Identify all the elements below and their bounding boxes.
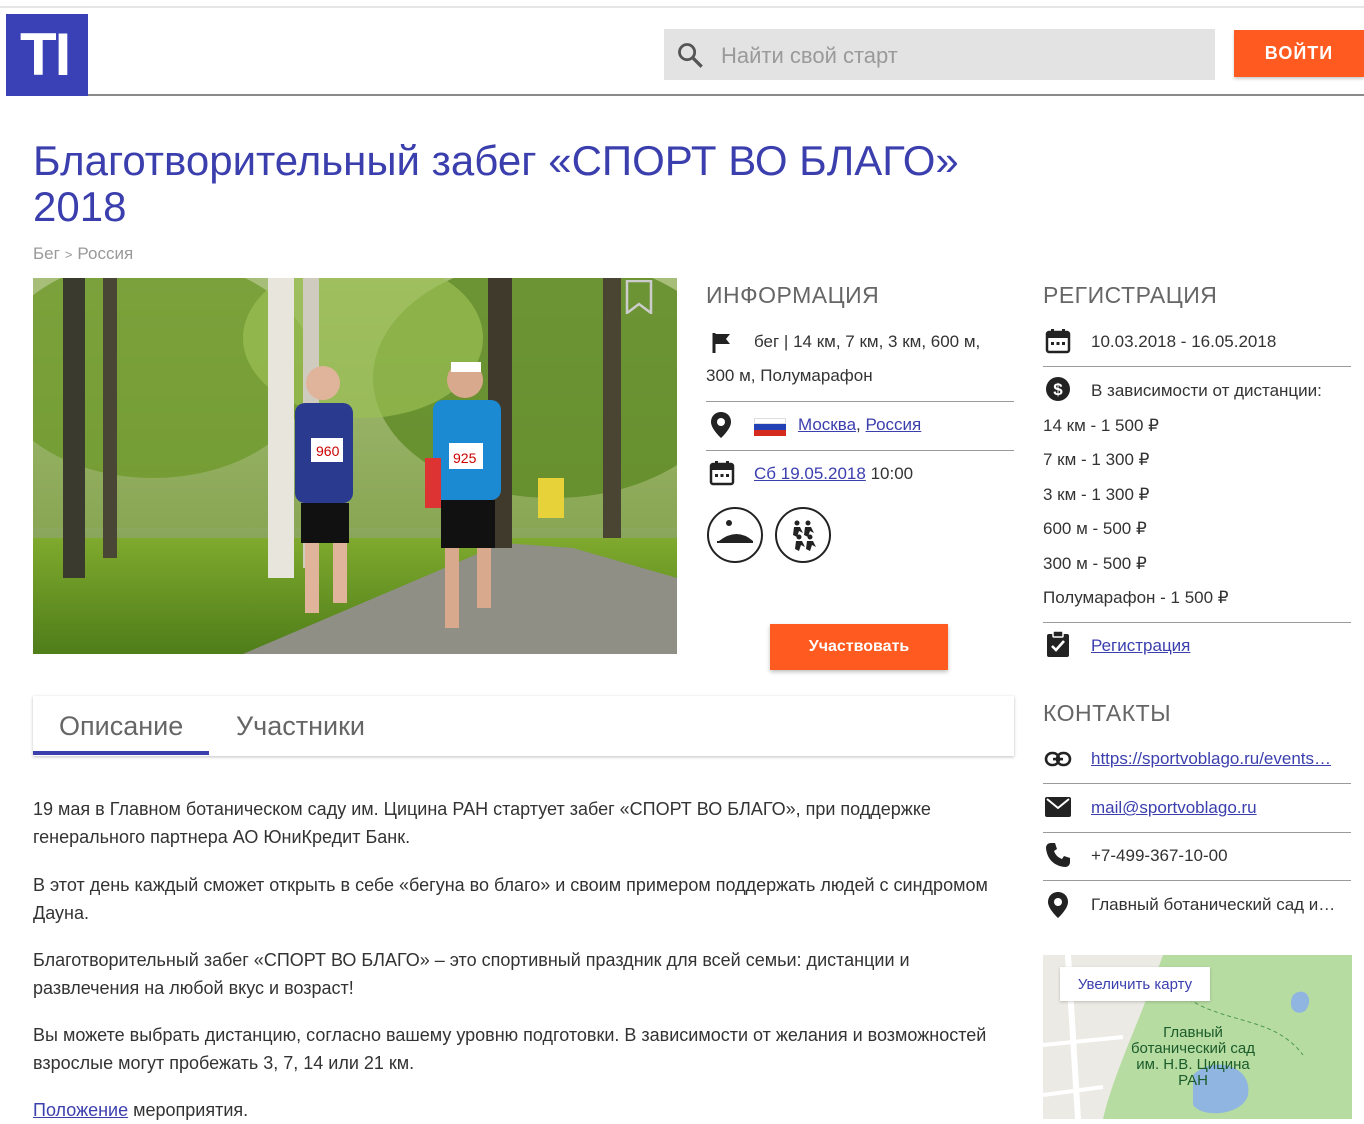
registration-link[interactable]: Регистрация [1091,636,1190,655]
price-note: В зависимости от дистанции: [1091,381,1322,400]
location-comma: , [856,415,861,434]
svg-text:$: $ [1053,380,1063,399]
breadcrumb-sport[interactable]: Бег [33,244,60,263]
outdoor-terrain-icon [707,507,763,563]
active-tab-indicator [33,751,209,755]
page-title: Благотворительный забег «СПОРТ ВО БЛАГО»… [33,137,959,230]
price-item: 7 км - 1 300 ₽ [1043,450,1150,469]
date-link[interactable]: Сб 19.05.2018 [754,464,866,483]
map-place-label: Главный ботанический сад им. Н.В. Цицина… [1130,1024,1256,1089]
registration-divider [1043,622,1351,623]
event-photo: 960 925 [33,278,677,654]
flag-icon [712,333,730,353]
registration-period: 10.03.2018 - 16.05.2018 [1091,332,1277,351]
description-paragraph: Вы можете выбрать дистанцию, согласно ва… [33,1025,987,1073]
price-item: 3 км - 1 300 ₽ [1043,485,1150,504]
info-divider [706,450,1014,451]
content-tabs: Описание Участники [33,696,1014,756]
breadcrumb-separator: > [64,247,73,262]
phone-number: +7-499-367-10-00 [1091,846,1228,865]
clipboard-check-icon [1047,630,1069,657]
site-logo[interactable]: TI [6,14,88,96]
search-icon [678,43,703,68]
city-link[interactable]: Москва [798,415,856,434]
price-item: 300 м - 500 ₽ [1043,554,1147,573]
regulations-link[interactable]: Положение [33,1100,128,1120]
description-paragraph: Благотворительный забег «СПОРТ ВО БЛАГО»… [33,950,910,998]
location-pin-icon [1048,892,1068,918]
search-bar[interactable] [664,29,1215,82]
running-group-icon [775,507,831,563]
location-line: Москва, Россия [798,408,921,442]
email-link[interactable]: mail@sportvoblago.ru [1091,798,1257,817]
registration-divider [1043,366,1351,367]
bookmark-icon[interactable] [624,280,654,314]
breadcrumb: Бег > Россия [33,244,133,264]
participate-button[interactable]: Участвовать [770,624,948,670]
registration-heading: РЕГИСТРАЦИЯ [1043,282,1218,308]
search-input[interactable] [719,29,1203,82]
price-item: Полумарафон - 1 500 ₽ [1043,588,1229,607]
description-paragraph: Положение мероприятия. [33,1096,1013,1124]
country-link[interactable]: Россия [866,415,922,434]
zoom-map-button[interactable]: Увеличить карту [1060,967,1210,1001]
logo-text: TI [20,21,71,88]
phone-icon [1046,843,1070,867]
date-line: Сб 19.05.2018 10:00 [754,457,913,491]
bib-right: 925 [453,450,477,466]
info-divider [706,401,1014,402]
contacts-heading: КОНТАКТЫ [1043,700,1172,726]
price-dollar-icon: $ [1046,377,1070,401]
address: Главный ботанический сад и… [1091,895,1336,914]
price-item: 14 км - 1 500 ₽ [1043,416,1159,435]
tab-description[interactable]: Описание [59,696,183,756]
calendar-icon [1045,329,1071,354]
bib-left: 960 [316,443,340,459]
regulations-text: мероприятия. [128,1100,249,1120]
distances-line1: бег | 14 км, 7 км, 3 км, 600 м, [754,332,981,351]
distances-line2: 300 м, Полумарафон [706,366,873,385]
location-pin-icon [711,412,731,438]
calendar-icon [709,461,735,486]
link-icon [1044,751,1072,767]
info-heading: ИНФОРМАЦИЯ [706,282,880,308]
contacts-divider [1043,783,1351,784]
description-paragraph: В этот день каждый сможет открыть в себе… [33,875,988,923]
russia-flag-icon [754,418,786,436]
contacts-divider [1043,880,1351,881]
start-time: 10:00 [870,464,914,483]
breadcrumb-country[interactable]: Россия [77,244,133,263]
top-divider [0,6,1364,8]
email-icon [1045,797,1071,817]
login-button[interactable]: ВОЙТИ [1234,30,1364,77]
website-link[interactable]: https://sportvoblago.ru/events… [1091,749,1331,768]
price-item: 600 м - 500 ₽ [1043,519,1147,538]
description-paragraph: 19 мая в Главном ботаническом саду им. Ц… [33,799,931,847]
contacts-divider [1043,832,1351,833]
tab-participants[interactable]: Участники [236,696,365,756]
